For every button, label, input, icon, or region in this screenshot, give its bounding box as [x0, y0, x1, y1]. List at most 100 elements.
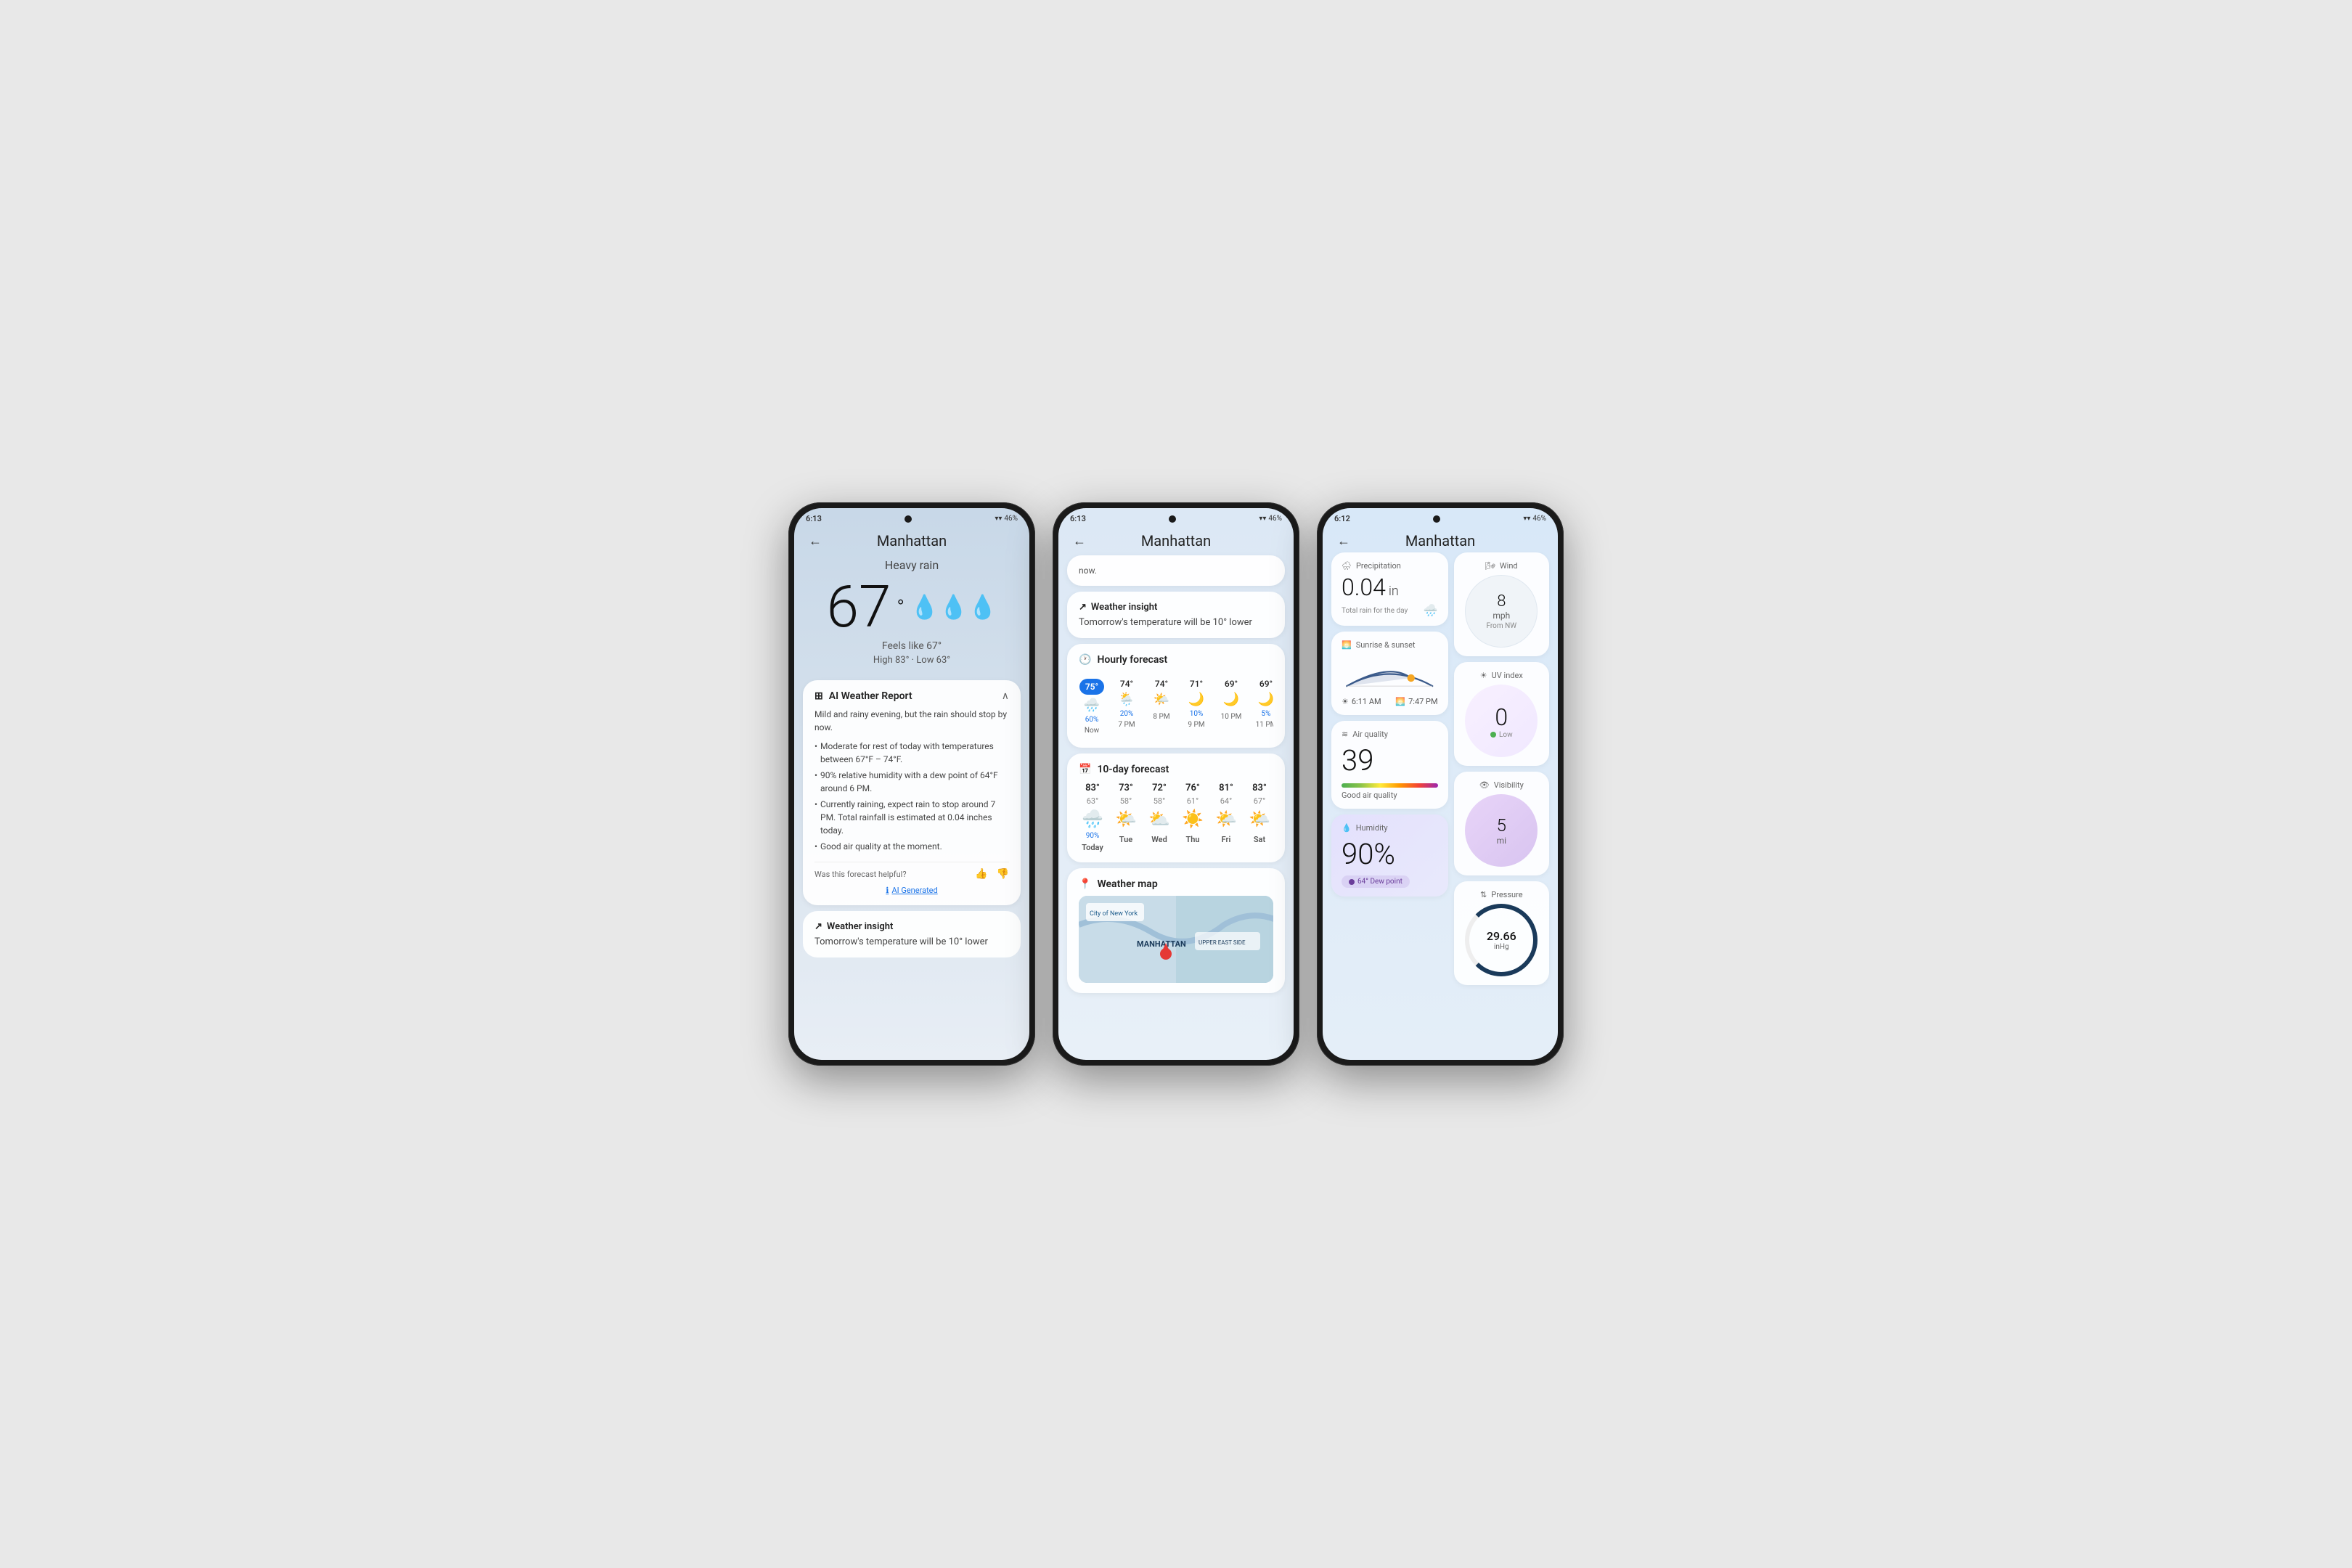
header-3: ← Manhattan [1323, 526, 1558, 552]
ai-bullet-4: Good air quality at the moment. [814, 838, 1009, 854]
rain-emoji: 🌧️ [1424, 603, 1438, 617]
wind-title: 🌬 Wind [1485, 561, 1518, 571]
uv-blob: 0 Low [1465, 685, 1538, 757]
day-high-2: 72° [1152, 783, 1167, 793]
sunset-time-row: 🌅 7:47 PM [1395, 697, 1437, 706]
sunset-sun-icon: 🌅 [1395, 697, 1405, 706]
camera-3 [1433, 515, 1440, 523]
visibility-card: 👁 Visibility 5 mi [1454, 772, 1549, 875]
back-button-1[interactable]: ← [809, 534, 822, 549]
insight-title-2: ↗ Weather insight [1079, 602, 1273, 613]
day-item-0: 83° 63° 🌧️ 90% Today [1079, 783, 1106, 852]
uv-label-text: Low [1499, 731, 1513, 739]
wind-direction: From NW [1486, 622, 1516, 630]
hourly-scroll[interactable]: 75° 🌧️ 60% Now 74° 🌦️ 20% 7 PM 74° 🌤️ 8 … [1079, 673, 1273, 738]
precip-unit: in [1389, 584, 1399, 599]
map-placeholder[interactable]: City of New York MANHATTAN UPPER EAST SI… [1079, 896, 1273, 983]
feels-like-1: Feels like 67° [794, 639, 1029, 653]
status-bar-1: 6:13 ▾▾ 46% [794, 508, 1029, 526]
day-icon-3: ☀️ [1182, 809, 1204, 829]
ai-card-header: ⊞ AI Weather Report ∧ [814, 690, 1009, 702]
back-button-3[interactable]: ← [1337, 534, 1350, 549]
ten-day-grid: 83° 63° 🌧️ 90% Today 73° 58° 🌤️ Tue 72° … [1079, 783, 1273, 852]
day-high-1: 73° [1119, 783, 1133, 793]
status-icons-2: ▾▾ 46% [1259, 515, 1282, 523]
camera-2 [1169, 515, 1176, 523]
map-title: Weather map [1097, 878, 1157, 890]
time-2: 6:13 [1070, 514, 1086, 523]
time-3: 6:12 [1334, 514, 1350, 523]
city-title-1: Manhattan [877, 532, 947, 550]
phone-1-screen: 6:13 ▾▾ 46% ← Manhattan Heavy rain 67 ° … [794, 508, 1029, 1060]
dew-dot [1349, 879, 1355, 885]
uv-icon: ☀ [1480, 671, 1487, 680]
status-bar-2: 6:13 ▾▾ 46% [1058, 508, 1294, 526]
hourly-icon-4: 🌙 [1223, 692, 1239, 707]
map-title-row: 📍 Weather map [1079, 878, 1273, 890]
dew-point-text: 64° Dew point [1357, 878, 1402, 886]
sunrise-time-row: ☀ 6:11 AM [1342, 697, 1381, 706]
day-item-5: 83° 67° 🌤️ Sat [1246, 783, 1273, 852]
high-low-1: High 83° · Low 63° [794, 653, 1029, 674]
collapse-icon[interactable]: ∧ [1002, 690, 1009, 702]
precip-title: 🌧 Precipitation [1342, 561, 1438, 571]
ai-helpful-label: Was this forecast helpful? [814, 870, 907, 879]
ai-generated-text[interactable]: AI Generated [891, 886, 937, 895]
thumbs-down-icon[interactable]: 👎 [997, 868, 1009, 880]
hourly-item-4: 69° 🌙 10 PM [1218, 679, 1244, 735]
hourly-title-row: 🕐 Hourly forecast [1079, 654, 1273, 666]
pressure-title: ⇅ Pressure [1480, 890, 1523, 899]
aqi-icon: ≋ [1342, 730, 1348, 739]
hourly-temp-3: 71° [1190, 679, 1203, 689]
aqi-card: ≋ Air quality 39 Good air quality [1331, 721, 1448, 809]
phone-1: 6:13 ▾▾ 46% ← Manhattan Heavy rain 67 ° … [788, 502, 1035, 1066]
humidity-title: 💧 Humidity [1342, 823, 1438, 833]
hourly-icon-1: 🌦️ [1119, 692, 1135, 707]
insight-card-1: ↗ Weather insight Tomorrow's temperature… [803, 911, 1021, 957]
hourly-icon-3: 🌙 [1188, 692, 1204, 707]
status-icons-1: ▾▾ 46% [995, 515, 1018, 523]
thumb-icons[interactable]: 👍 👎 [975, 868, 1009, 880]
thumbs-up-icon[interactable]: 👍 [975, 868, 987, 880]
insight-title-1: ↗ Weather insight [814, 921, 1009, 932]
insight-text-2: Tomorrow's temperature will be 10° lower [1079, 617, 1273, 628]
pressure-card: ⇅ Pressure 29.66 inHg [1454, 881, 1549, 985]
wifi-icon: ▾▾ [995, 515, 1002, 523]
ai-generated-link[interactable]: ℹ AI Generated [814, 886, 1009, 895]
hourly-icon-0: 🌧️ [1084, 698, 1100, 713]
ai-body: Mild and rainy evening, but the rain sho… [814, 708, 1009, 854]
hourly-item-5: 69° 🌙 5% 11 PM [1253, 679, 1273, 735]
hourly-time-5: 11 PM [1256, 721, 1273, 729]
city-title-3: Manhattan [1405, 532, 1475, 550]
scrolled-partial: now. [1067, 555, 1285, 586]
sun-arc-svg [1342, 654, 1438, 694]
uv-title: ☀ UV index [1480, 671, 1523, 680]
hourly-temp-1: 74° [1120, 679, 1133, 689]
wind-icon: 🌬 [1485, 561, 1495, 571]
battery-3: 46% [1532, 515, 1546, 523]
day-item-3: 76° 61° ☀️ Thu [1179, 783, 1206, 852]
hourly-precip-1: 20% [1120, 710, 1134, 718]
hourly-precip-3: 10% [1190, 710, 1204, 718]
day-high-3: 76° [1185, 783, 1200, 793]
day-low-3: 61° [1187, 796, 1199, 806]
day-icon-5: 🌤️ [1249, 809, 1270, 829]
pressure-value: 29.66 [1487, 929, 1516, 943]
visibility-title: 👁 Visibility [1479, 780, 1524, 790]
day-high-5: 83° [1252, 783, 1267, 793]
wind-speed: 8 [1497, 592, 1506, 611]
status-icons-3: ▾▾ 46% [1523, 515, 1546, 523]
battery-2: 46% [1268, 515, 1282, 523]
right-column: 🌬 Wind 8 mph From NW ☀ UV index [1454, 552, 1549, 985]
svg-text:UPPER EAST SIDE: UPPER EAST SIDE [1199, 939, 1246, 946]
hourly-temp-2: 74° [1155, 679, 1168, 689]
day-low-2: 58° [1153, 796, 1165, 806]
pressure-ring-container: 29.66 inHg [1465, 904, 1538, 976]
day-high-0: 83° [1085, 783, 1100, 793]
ai-weather-card: ⊞ AI Weather Report ∧ Mild and rainy eve… [803, 680, 1021, 905]
back-button-2[interactable]: ← [1073, 534, 1086, 549]
pressure-icon: ⇅ [1480, 890, 1487, 899]
hourly-temp-4: 69° [1225, 679, 1238, 689]
map-card: 📍 Weather map City of New York MANHATTAN… [1067, 868, 1285, 993]
day-item-2: 72° 58° ⛅ Wed [1146, 783, 1173, 852]
